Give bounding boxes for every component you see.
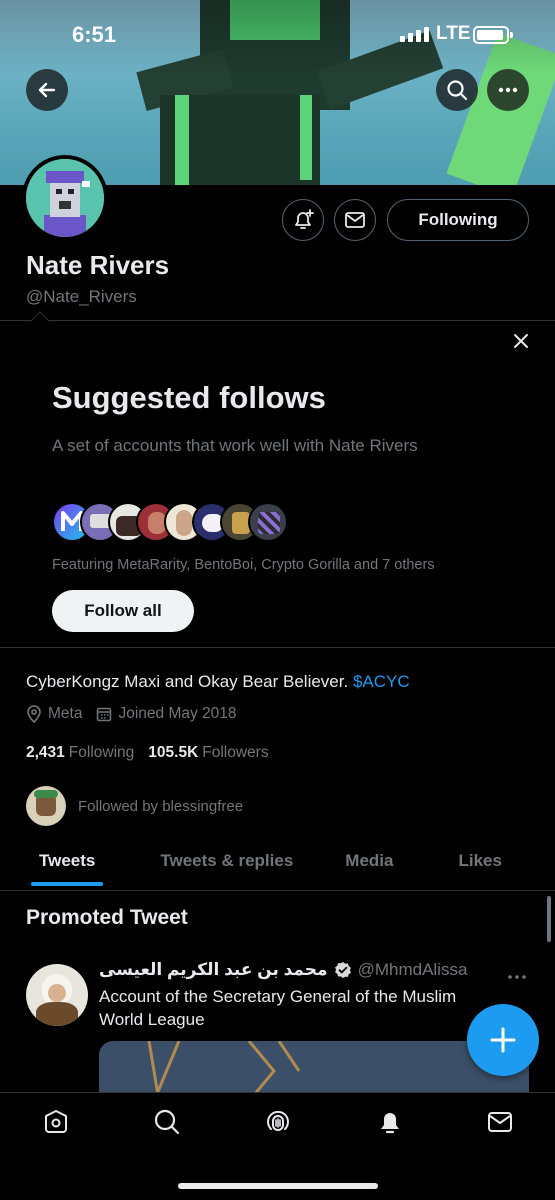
- divider: [0, 647, 555, 648]
- bell-plus-icon: [295, 209, 314, 229]
- message-button[interactable]: [334, 199, 376, 241]
- search-icon: [154, 1109, 180, 1135]
- envelope-icon: [345, 212, 365, 228]
- active-tab-indicator: [31, 882, 104, 886]
- notifications-icon: [381, 1113, 399, 1134]
- suggested-featuring: Featuring MetaRarity, BentoBoi, Crypto G…: [52, 557, 435, 573]
- scrollbar[interactable]: [547, 896, 551, 942]
- follow-all-button[interactable]: Follow all: [52, 590, 194, 632]
- back-arrow-icon: [38, 82, 56, 98]
- battery-icon: [473, 26, 513, 44]
- tab-media[interactable]: Media: [345, 838, 393, 884]
- tweet-text: Account of the Secretary General of the …: [99, 987, 457, 1029]
- followed-by-avatar: [26, 786, 66, 826]
- bio-text: CyberKongz Maxi and Okay Bear Believer.: [26, 672, 349, 691]
- profile-handle: @Nate_Rivers: [26, 287, 137, 306]
- tab-tweets[interactable]: Tweets: [31, 838, 104, 886]
- nav-home[interactable]: [41, 1107, 71, 1137]
- status-bar: 6:51 LTE: [0, 18, 555, 50]
- profile-name: Nate Rivers: [26, 250, 170, 280]
- status-time: 6:51: [72, 22, 117, 47]
- verified-badge-icon: [334, 962, 351, 978]
- spaces-icon: [267, 1110, 289, 1131]
- nav-notifications[interactable]: [375, 1107, 405, 1137]
- suggested-subtitle: A set of accounts that work well with Na…: [52, 436, 418, 455]
- tweet-author-avatar[interactable]: [26, 964, 88, 1026]
- tweet-author-name: محمد بن عبد الكريم العيسى: [99, 960, 328, 979]
- divider: [0, 890, 555, 891]
- followed-by[interactable]: Followed by blessingfree: [26, 786, 243, 826]
- search-button[interactable]: [436, 69, 478, 111]
- following-count-link[interactable]: 2,431 Following: [26, 744, 134, 762]
- nav-search[interactable]: [152, 1107, 182, 1137]
- profile-meta: Meta Joined May 2018: [26, 705, 251, 723]
- back-button[interactable]: [26, 69, 68, 111]
- more-icon: [498, 87, 518, 93]
- plus-icon: [490, 1027, 516, 1053]
- follow-counts: 2,431 Following 105.5K Followers: [26, 744, 269, 762]
- bio-cashtag-link[interactable]: $ACYC: [353, 672, 410, 691]
- tab-likes[interactable]: Likes: [458, 838, 501, 884]
- divider: [0, 320, 555, 321]
- messages-icon: [488, 1112, 512, 1132]
- profile-tabs: Tweets Tweets & replies Media Likes: [0, 838, 555, 890]
- network-label: LTE: [436, 23, 471, 44]
- compose-tweet-button[interactable]: [467, 1004, 539, 1076]
- tweet-author-handle: @MhmdAlissa: [357, 960, 468, 979]
- following-button[interactable]: Following: [387, 199, 529, 241]
- more-icon: [508, 975, 526, 979]
- more-button[interactable]: [487, 69, 529, 111]
- tab-tweets-replies[interactable]: Tweets & replies: [160, 838, 293, 884]
- home-indicator: [178, 1183, 378, 1189]
- kong-avatar-image: [26, 159, 104, 237]
- followers-count-link[interactable]: 105.5K Followers: [148, 744, 268, 762]
- nav-messages[interactable]: [485, 1107, 515, 1137]
- tweet-more-button[interactable]: [508, 962, 526, 985]
- profile-bio: CyberKongz Maxi and Okay Bear Believer. …: [26, 672, 410, 692]
- location-icon: [27, 705, 41, 723]
- nav-spaces[interactable]: [263, 1107, 293, 1137]
- followed-by-text: Followed by blessingfree: [78, 797, 244, 815]
- signal-icon: [400, 26, 429, 42]
- tweet-author[interactable]: محمد بن عبد الكريم العيسى @MhmdAlissa: [99, 960, 467, 980]
- profile-joined: Joined May 2018: [118, 705, 237, 722]
- suggested-title: Suggested follows: [52, 380, 326, 415]
- suggested-avatars[interactable]: [52, 502, 288, 542]
- promoted-tweet-header: Promoted Tweet: [26, 906, 188, 929]
- notify-button[interactable]: [282, 199, 324, 241]
- dismiss-suggested-button[interactable]: [511, 331, 531, 356]
- calendar-icon: [97, 707, 112, 722]
- close-icon: [514, 334, 528, 348]
- suggested-avatar: [248, 502, 288, 542]
- profile-avatar[interactable]: [22, 155, 108, 241]
- search-icon: [447, 80, 468, 101]
- home-icon: [45, 1110, 67, 1133]
- suggested-caret: [30, 311, 50, 331]
- profile-location: Meta: [48, 705, 83, 722]
